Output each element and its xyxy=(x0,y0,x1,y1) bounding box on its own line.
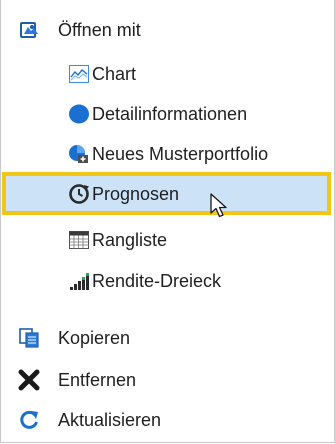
forecast-label: Prognosen xyxy=(92,184,180,204)
menu-item-refresh[interactable]: Aktualisieren xyxy=(1,401,334,439)
menu-item-forecast[interactable]: Prognosen xyxy=(1,175,334,213)
chart-label: Chart xyxy=(92,64,137,84)
new-portfolio-icon xyxy=(68,143,90,165)
ranking-icon xyxy=(68,229,90,251)
detail-info-icon xyxy=(68,103,90,125)
remove-label: Entfernen xyxy=(58,370,137,390)
menu-item-ranking[interactable]: Rangliste xyxy=(1,221,334,259)
menu-item-return-triangle[interactable]: Rendite-Dreieck xyxy=(1,262,334,300)
close-icon xyxy=(18,369,40,391)
chart-icon xyxy=(68,63,90,85)
forecast-icon xyxy=(68,183,90,205)
menu-item-open-with[interactable]: Öffnen mit xyxy=(1,11,334,49)
menu-item-detail-info[interactable]: Detailinformationen xyxy=(1,95,334,133)
ranking-label: Rangliste xyxy=(92,230,168,250)
open-with-icon xyxy=(18,19,40,41)
copy-label: Kopieren xyxy=(58,328,131,348)
mouse-pointer-icon xyxy=(209,193,231,219)
menu-item-copy[interactable]: Kopieren xyxy=(1,319,334,357)
detail-info-label: Detailinformationen xyxy=(92,104,248,124)
refresh-label: Aktualisieren xyxy=(58,410,162,430)
open-with-label: Öffnen mit xyxy=(58,20,141,40)
context-menu: Öffnen mit Chart Detailinformationen Neu… xyxy=(0,0,335,443)
return-triangle-icon xyxy=(68,270,90,292)
menu-item-new-portfolio[interactable]: Neues Musterportfolio xyxy=(1,135,334,173)
menu-item-remove[interactable]: Entfernen xyxy=(1,361,334,399)
new-portfolio-label: Neues Musterportfolio xyxy=(92,144,269,164)
refresh-icon xyxy=(18,409,40,431)
copy-icon xyxy=(18,327,40,349)
return-triangle-label: Rendite-Dreieck xyxy=(92,271,222,291)
menu-item-chart[interactable]: Chart xyxy=(1,55,334,93)
